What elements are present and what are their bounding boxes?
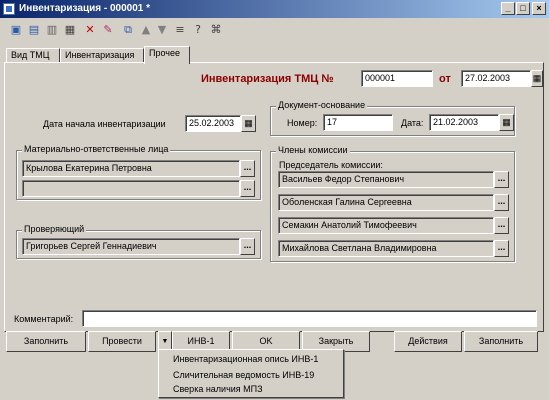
doc-date-label: от: [439, 73, 451, 85]
save-close-icon[interactable]: ▤: [26, 22, 42, 38]
select-button[interactable]: ...: [240, 160, 255, 177]
actions-button[interactable]: Действия: [394, 331, 462, 352]
post-button[interactable]: Провести: [88, 331, 156, 352]
up-arrow-icon[interactable]: ▲: [138, 22, 154, 38]
down-arrow-icon[interactable]: ▼: [154, 22, 170, 38]
list-icon[interactable]: ≡: [172, 22, 188, 38]
save-icon[interactable]: ▣: [8, 22, 24, 38]
commission-legend: Члены комиссии: [276, 145, 350, 155]
calendar-icon[interactable]: ▦: [531, 70, 543, 87]
menu-item-inv19[interactable]: Сличительная ведомость ИНВ-19: [173, 370, 314, 380]
start-date-label: Дата начала инвентаризации: [43, 119, 166, 129]
select-button[interactable]: ...: [494, 194, 509, 211]
select-button[interactable]: ...: [494, 217, 509, 234]
print-menu: Инвентаризационная опись ИНВ-1 Сличитель…: [158, 349, 344, 398]
new-icon[interactable]: ▥: [44, 22, 60, 38]
commission-member-4[interactable]: Михайлова Светлана Владимировна: [278, 240, 494, 257]
menu-item-inv1[interactable]: Инвентаризационная опись ИНВ-1: [173, 354, 318, 364]
copy-icon[interactable]: ⧉: [120, 22, 136, 38]
title-bar: Инвентаризация - 000001 * _ □ ×: [0, 0, 549, 18]
calendar-icon[interactable]: ▦: [499, 114, 514, 131]
calendar-icon[interactable]: ▦: [241, 115, 256, 132]
comment-label: Комментарий:: [14, 314, 74, 324]
tab-bar: Вид ТМЦ Инвентаризация Прочее: [4, 46, 544, 64]
fill-button[interactable]: Заполнить: [6, 331, 86, 352]
basis-number-field[interactable]: 17: [323, 114, 393, 131]
commission-member-3[interactable]: Семакин Анатолий Тимофеевич: [278, 217, 494, 234]
commission-member-1[interactable]: Васильев Федор Степанович: [278, 171, 494, 188]
edit-icon[interactable]: ✎: [100, 22, 116, 38]
commission-group: Члены комиссии Председатель комиссии: Ва…: [270, 145, 515, 262]
commission-member-2[interactable]: Оболенская Галина Сергеевна: [278, 194, 494, 211]
select-button[interactable]: ...: [494, 240, 509, 257]
tab-inventory[interactable]: Инвентаризация: [60, 48, 144, 63]
menu-item-mpz[interactable]: Сверка наличия МПЗ: [173, 384, 263, 394]
minimize-button[interactable]: _: [501, 2, 515, 15]
basis-number-label: Номер:: [287, 118, 318, 128]
select-button[interactable]: ...: [494, 171, 509, 188]
doc-title: Инвентаризация ТМЦ №: [201, 73, 334, 85]
basis-group: Документ-основание Номер: 17 Дата: 21.02…: [270, 100, 515, 136]
comment-field[interactable]: [82, 310, 537, 327]
help-icon[interactable]: ?: [190, 22, 206, 38]
tab-tmc-type[interactable]: Вид ТМЦ: [6, 48, 60, 63]
start-date-field[interactable]: 25.02.2003: [185, 115, 241, 132]
info-icon[interactable]: ⌘: [208, 22, 224, 38]
window-title: Инвентаризация - 000001 *: [19, 3, 151, 14]
checker-legend: Проверяющий: [22, 224, 87, 234]
checker-field[interactable]: Григорьев Сергей Геннадиевич: [22, 238, 240, 255]
app-window: Инвентаризация - 000001 * _ □ × ▣ ▤ ▥ ▦ …: [0, 0, 549, 400]
tab-panel: Инвентаризация ТМЦ № 000001 от 27.02.200…: [4, 62, 544, 332]
responsible-field-2[interactable]: [22, 180, 240, 197]
basis-date-field[interactable]: 21.02.2003: [429, 114, 499, 131]
responsible-legend: Материально-ответственные лица: [22, 144, 171, 154]
responsible-field-1[interactable]: Крылова Екатерина Петровна: [22, 160, 240, 177]
select-button[interactable]: ...: [240, 180, 255, 197]
checker-group: Проверяющий Григорьев Сергей Геннадиевич…: [16, 224, 261, 259]
doc-number-field[interactable]: 000001: [361, 70, 433, 87]
delete-icon[interactable]: ✕: [82, 22, 98, 38]
toolbar: ▣ ▤ ▥ ▦ ✕ ✎ ⧉ ▲ ▼ ≡ ? ⌘: [4, 22, 544, 40]
fill-button-2[interactable]: Заполнить: [464, 331, 538, 352]
chairman-label: Председатель комиссии:: [279, 160, 383, 170]
doc-date-field[interactable]: 27.02.2003: [461, 70, 531, 87]
basis-legend: Документ-основание: [276, 100, 368, 110]
close-button[interactable]: ×: [532, 2, 546, 15]
maximize-button[interactable]: □: [516, 2, 530, 15]
responsible-group: Материально-ответственные лица Крылова Е…: [16, 144, 261, 200]
basis-date-label: Дата:: [401, 118, 424, 128]
app-icon: [3, 3, 15, 15]
tab-other[interactable]: Прочее: [144, 46, 190, 64]
select-button[interactable]: ...: [240, 238, 255, 255]
print-icon[interactable]: ▦: [62, 22, 78, 38]
